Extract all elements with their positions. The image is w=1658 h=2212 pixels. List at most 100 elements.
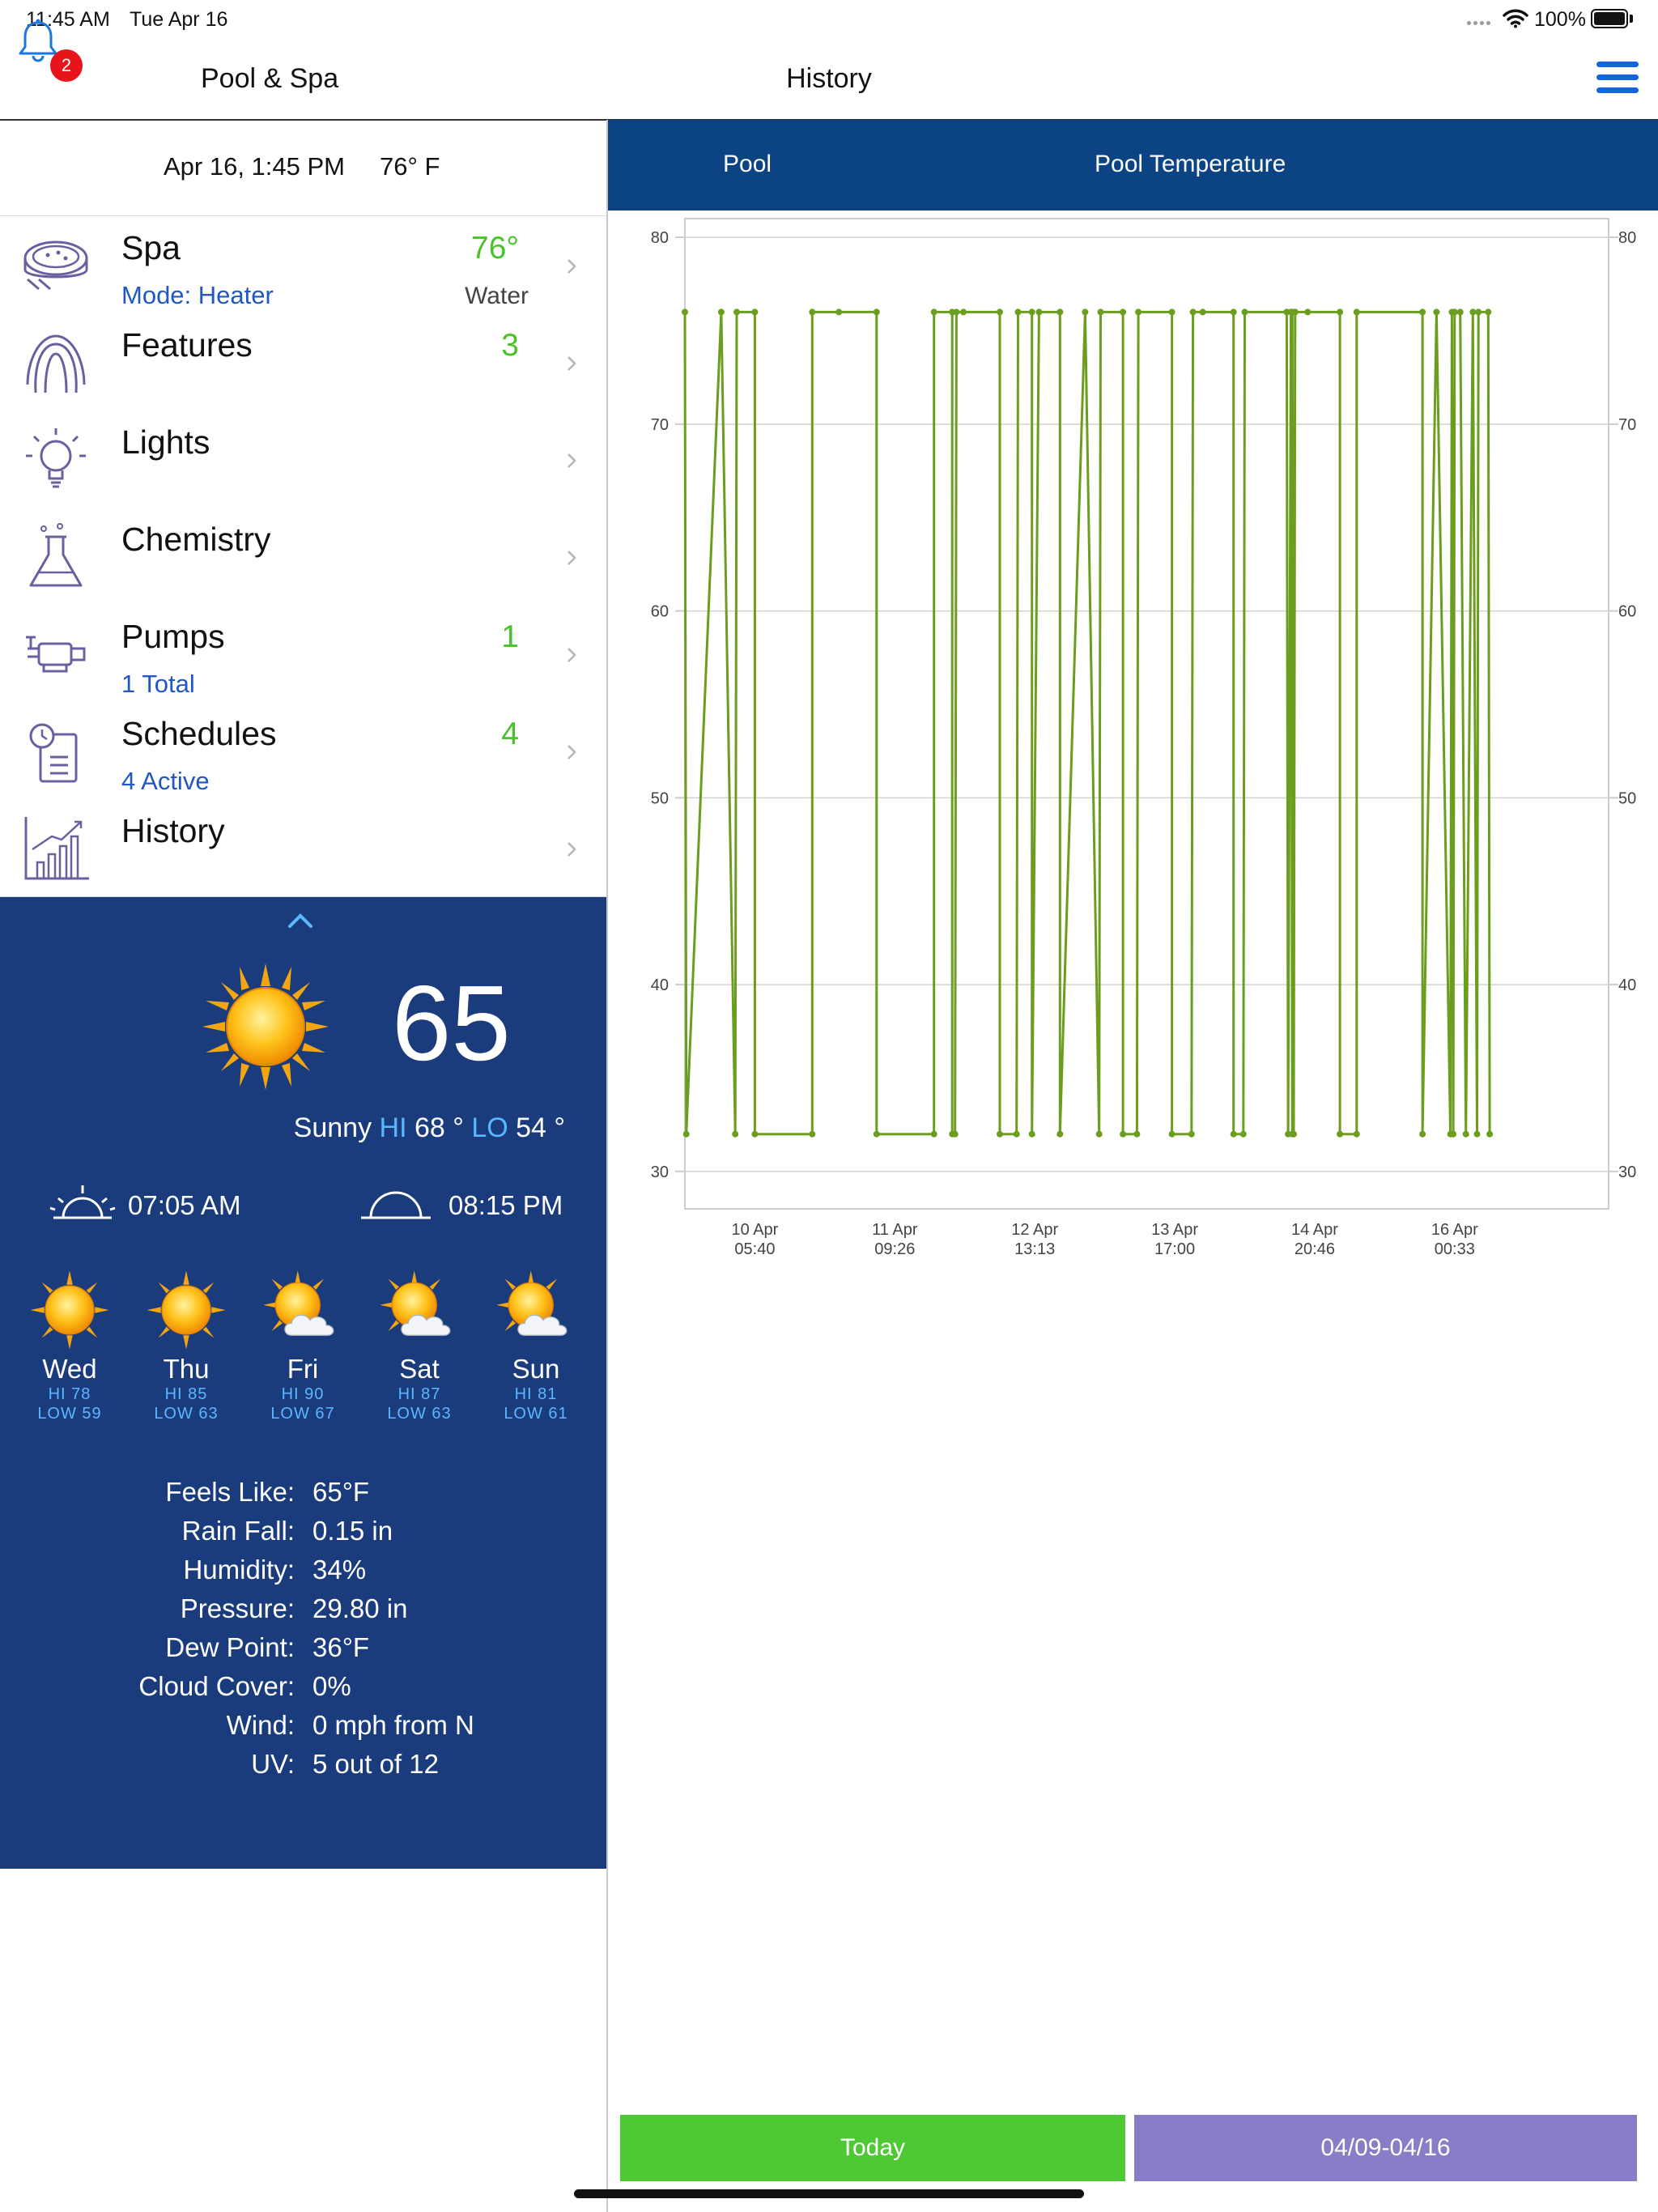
detail-key: Wind: [226,1710,295,1740]
menu-row-schedules[interactable]: Schedules 4 Active 4 [0,702,606,800]
x-tick-label: 00:33 [1435,1240,1475,1255]
menu-row-history[interactable]: History [0,799,606,897]
y-tick-label-left: 50 [651,789,669,807]
forecast-hi: HI 87 [397,1385,441,1403]
forecast-hi: HI 90 [281,1385,325,1403]
y-tick-label-left: 30 [651,1163,669,1181]
data-point [960,308,967,316]
hamburger-menu-icon[interactable] [1596,62,1639,94]
chevron-right-icon [568,356,576,371]
data-point [1189,308,1197,316]
forecast-lo: LOW 67 [270,1405,335,1423]
x-tick-label: 20:46 [1295,1240,1335,1255]
data-point [1485,308,1492,316]
data-point [1028,308,1035,316]
weather-panel: 65 Sunny HI 68 ° LO 54 ° 07:05 AM 08:15 … [0,897,606,1869]
data-point [1241,308,1248,316]
menu-row-chemistry[interactable]: Chemistry [0,508,606,606]
home-indicator[interactable] [574,2189,1084,2198]
weather-condition-line: Sunny HI 68 ° LO 54 ° [0,1112,565,1144]
summary-row: Apr 16, 1:45 PM 76° F [0,120,606,216]
data-point [1419,308,1426,316]
data-point [835,308,843,316]
forecast-day-name: Sat [399,1354,440,1384]
y-tick-label-right: 60 [1618,603,1636,621]
forecast-lo: LOW 63 [387,1405,452,1423]
x-tick-label: 16 Apr [1431,1221,1478,1239]
data-point [1097,308,1104,316]
notification-badge[interactable]: 2 [50,49,83,82]
data-point [1120,1130,1127,1138]
y-tick-label-right: 50 [1618,789,1636,807]
chevron-up-icon[interactable] [287,912,314,929]
history-body-label[interactable]: Pool [723,151,772,178]
data-point [1433,308,1440,316]
data-point [1133,1130,1141,1138]
summary-temperature: 76° F [380,152,440,181]
y-tick-label-left: 60 [651,603,669,621]
forecast-hi: HI 81 [514,1385,558,1403]
history-chart-icon [24,817,89,880]
y-tick-label-right: 80 [1618,229,1636,247]
data-point [930,308,937,316]
detail-row: Dew Point: 36°F [0,1632,606,1671]
sunrise-time: 07:05 AM [128,1190,241,1220]
data-point [1013,1130,1020,1138]
data-point [1486,1130,1494,1138]
menu-count-spa: 76° [471,231,519,266]
partly-cloudy-icon [263,1270,334,1336]
partly-cloudy-icon [380,1270,451,1336]
detail-value: 65°F [312,1477,370,1507]
data-point [809,1130,816,1138]
data-point [1469,308,1477,316]
summary-datetime: Apr 16, 1:45 PM [164,152,346,181]
series-line [683,310,1491,1136]
hi-label: HI [379,1112,407,1143]
detail-key: Pressure: [180,1593,295,1623]
menu-sub-schedules: 4 Active [121,767,210,795]
menu-row-pumps[interactable]: Pumps 1 Total 1 [0,605,606,703]
detail-row: Wind: 0 mph from N [0,1710,606,1749]
data-point [1120,308,1127,316]
data-point [1135,308,1142,316]
data-point [1337,1130,1344,1138]
forecast-day-name: Thu [163,1354,210,1384]
forecast-day: Wed HI 78 LOW 59 [21,1270,118,1423]
data-point [1082,308,1089,316]
data-point [1168,1130,1175,1138]
y-tick-label-left: 40 [651,976,669,994]
x-tick-label: 17:00 [1154,1240,1195,1255]
data-point [682,1130,690,1138]
detail-key: Dew Point: [165,1632,295,1662]
data-point [1353,308,1360,316]
menu-row-lights[interactable]: Lights [0,410,606,508]
data-point [1291,308,1299,316]
data-point [1419,1130,1426,1138]
battery-percent: 100% [1534,8,1586,31]
sunny-icon [202,963,329,1090]
chevron-right-icon [568,842,576,857]
temperature-history-chart[interactable]: 30 30 40 40 50 50 60 60 70 70 80 80 10 Apr05:40 11 Ap… [608,211,1658,1255]
forecast-day: Sat HI 87 LOW 63 [371,1270,468,1423]
data-point [809,308,816,316]
sunrise-icon [49,1185,116,1219]
menu-row-spa[interactable]: Spa Mode: Heater 76° Water [0,216,606,314]
data-point [751,308,759,316]
menu-row-features[interactable]: Features 3 [0,313,606,411]
forecast-day-name: Wed [42,1354,97,1384]
date-range-button[interactable]: 04/09-04/16 [1134,2115,1637,2181]
app-title[interactable]: Pool & Spa [201,63,338,95]
y-tick-label-right: 30 [1618,1163,1636,1181]
detail-key: UV: [251,1749,295,1779]
data-point [1199,308,1206,316]
schedule-icon [29,723,78,783]
data-point [1028,1130,1035,1138]
today-button[interactable]: Today [620,2115,1125,2181]
data-point [1095,1130,1103,1138]
data-point [997,308,1003,316]
menu-label-schedules: Schedules [121,715,277,752]
chevron-right-icon [568,745,576,759]
menu-label-features: Features [121,326,253,364]
history-title: Pool Temperature [1095,151,1286,177]
current-temperature: 65 [392,963,511,1083]
